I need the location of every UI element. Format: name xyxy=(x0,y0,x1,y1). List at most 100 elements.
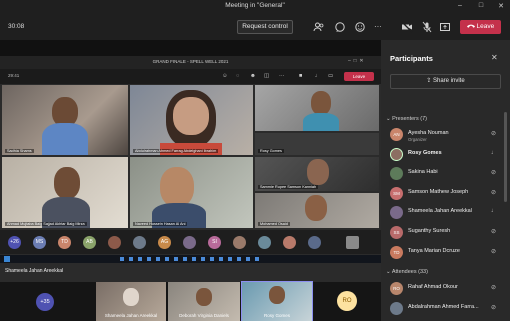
reactions-icon[interactable] xyxy=(354,21,366,33)
attendees-section-toggle[interactable]: ⌄ Attendees (33) xyxy=(386,269,428,275)
leave-button[interactable]: Leave xyxy=(460,20,501,34)
participant-name: Tanya Marian Dcruze xyxy=(408,248,460,254)
roster-avatar: AG xyxy=(158,236,171,249)
presenters-section-toggle[interactable]: ⌄ Presenters (7) xyxy=(386,116,427,122)
roster-avatar xyxy=(308,236,321,249)
roster-avatar xyxy=(133,236,146,249)
tile-name: Ahmad Mujtaba Baig Sajjad Akhtar Baig Mi… xyxy=(5,222,87,226)
mic-off-icon: ⊘ xyxy=(491,170,497,176)
shared-roster-strip: +26 MS TD AB AG SI xyxy=(0,230,381,254)
mic-icon: ♩ xyxy=(491,150,497,156)
shared-people-icon: ☺ xyxy=(222,73,228,79)
chevron-down-icon: ⌄ xyxy=(386,269,391,275)
participant-name: Rahaf Ahmad Okour xyxy=(408,284,458,290)
share-tray-icon[interactable] xyxy=(439,21,451,33)
mic-icon: ♩ xyxy=(491,208,497,214)
tile-name: Rosy Gomes xyxy=(258,149,284,153)
close-panel-icon[interactable]: ✕ xyxy=(491,53,498,62)
participant-row[interactable]: SM Samson Mathew Joseph ⊘ xyxy=(390,185,505,203)
tile-name: Naveed Hussein Hasan Al Ani xyxy=(133,222,188,226)
start-icon xyxy=(4,256,10,262)
shared-titlebar: GRAND FINALE - SPELL WELL 2021 – □ ✕ xyxy=(0,56,381,69)
participant-row[interactable]: AN Ayesha Nouman Organizer ⊘ xyxy=(390,126,505,144)
share-invite-button[interactable]: ⇪ Share invite xyxy=(390,74,501,89)
participant-role: Organizer xyxy=(408,137,427,142)
shared-timer: 29:41 xyxy=(8,73,20,78)
request-control-button[interactable]: Request control xyxy=(237,20,293,34)
roster-avatar xyxy=(183,236,196,249)
shared-camera-icon: ■ xyxy=(299,73,303,79)
share-icon: ⇪ xyxy=(426,78,432,84)
video-tile: Rosy Gomes xyxy=(255,133,379,155)
shared-more-icon: ··· xyxy=(279,73,285,79)
close-icon[interactable]: ✕ xyxy=(496,2,506,10)
participant-row[interactable]: Abdalrahman Ahmed Farra... ⊘ xyxy=(390,300,505,318)
participant-row[interactable]: Rosy Gomes ♩ xyxy=(390,146,505,164)
roster-avatar: TD xyxy=(58,236,71,249)
more-participants-badge[interactable]: +35 xyxy=(36,293,54,311)
maximize-icon[interactable]: □ xyxy=(476,2,486,9)
presenters-label: Presenters (7) xyxy=(392,116,427,122)
avatar: SS xyxy=(390,226,403,239)
shared-chat-icon: ◌ xyxy=(236,73,240,79)
panel-scrollbar[interactable] xyxy=(504,112,507,202)
roster-avatar xyxy=(283,236,296,249)
roster-avatar: SI xyxy=(208,236,221,249)
avatar: TD xyxy=(390,246,403,259)
roster-avatar xyxy=(108,236,121,249)
windows-taskbar xyxy=(0,255,381,263)
shared-meeting-window: GRAND FINALE - SPELL WELL 2021 – □ ✕ 29:… xyxy=(0,56,381,299)
participant-initials-badge: RO xyxy=(337,291,357,311)
attendees-label: Attendees (33) xyxy=(391,269,428,275)
tile-name: Sammie Rupee Samson Kanniah xyxy=(258,185,319,189)
participant-name: Ayesha Nouman xyxy=(408,130,449,136)
roster-avatar xyxy=(233,236,246,249)
participant-name: Sakina Habi xyxy=(408,169,438,175)
participant-row[interactable]: RO Rahaf Ahmad Okour ⊘ xyxy=(390,280,505,298)
bottom-participant-row: +35 Shameela Jahan Areekkal Deborah Virg… xyxy=(0,281,381,321)
tile-name: Shameela Jahan Areekkal xyxy=(104,313,158,318)
roster-avatar: MS xyxy=(33,236,46,249)
avatar: AN xyxy=(390,128,403,141)
mic-off-icon: ⊘ xyxy=(491,131,497,137)
window-titlebar: Meeting in "General" – □ ✕ xyxy=(0,0,510,14)
video-tile: Sadhia Shams xyxy=(2,85,128,155)
leave-label: Leave xyxy=(476,23,495,30)
tile-name: Deborah Virginia Daniels xyxy=(179,313,229,318)
chat-icon[interactable] xyxy=(334,21,346,33)
shared-minimize-icon: – □ ✕ xyxy=(348,58,364,64)
shared-tray-icon: ▭ xyxy=(328,73,334,79)
roster-avatar: AB xyxy=(83,236,96,249)
meeting-timer: 30:08 xyxy=(8,23,25,30)
video-tile: Abdulrahman Ahmed Farrag Abdelghani Ibra… xyxy=(130,85,253,155)
mic-off-icon[interactable] xyxy=(421,21,433,33)
participant-name: Suganthy Suresh xyxy=(408,228,451,234)
participant-name: Abdalrahman Ahmed Farra... xyxy=(408,304,479,310)
phone-icon xyxy=(466,24,475,29)
participant-row[interactable]: TD Tanya Marian Dcruze ⊘ xyxy=(390,244,505,262)
roster-avatar xyxy=(258,236,271,249)
participant-row[interactable]: SS Suganthy Suresh ⊘ xyxy=(390,224,505,242)
camera-off-icon[interactable] xyxy=(401,21,413,33)
mic-off-icon: ⊘ xyxy=(491,305,497,311)
video-tile xyxy=(255,85,379,131)
video-tile: Sammie Rupee Samson Kanniah xyxy=(255,157,379,191)
chevron-down-icon: ⌄ xyxy=(386,116,391,122)
minimize-icon[interactable]: – xyxy=(455,2,465,9)
video-tile: Ahmad Mujtaba Baig Sajjad Akhtar Baig Mi… xyxy=(2,157,128,228)
tile-name: Abdulrahman Ahmed Farrag Abdelghani Ibra… xyxy=(133,149,219,153)
avatar xyxy=(390,302,403,315)
people-icon[interactable] xyxy=(313,21,325,33)
bottom-video-tile: Shameela Jahan Areekkal xyxy=(96,282,166,321)
participant-row[interactable]: Sakina Habi ⊘ xyxy=(390,165,505,183)
mic-off-icon: ⊘ xyxy=(491,249,497,255)
participant-row[interactable]: Shameela Jahan Areekkal ♩ xyxy=(390,204,505,222)
panel-title: Participants xyxy=(390,54,433,63)
roster-avatar: +26 xyxy=(8,236,21,249)
video-tile: Mohamed Osaid xyxy=(255,193,379,228)
participants-panel: Participants ✕ ⇪ Share invite ⌄ Presente… xyxy=(381,40,510,321)
shared-title: GRAND FINALE - SPELL WELL 2021 xyxy=(152,59,229,64)
bottom-video-tile: Deborah Virginia Daniels xyxy=(168,282,240,321)
avatar xyxy=(390,167,403,180)
shared-reactions-icon: ☻ xyxy=(250,73,256,79)
